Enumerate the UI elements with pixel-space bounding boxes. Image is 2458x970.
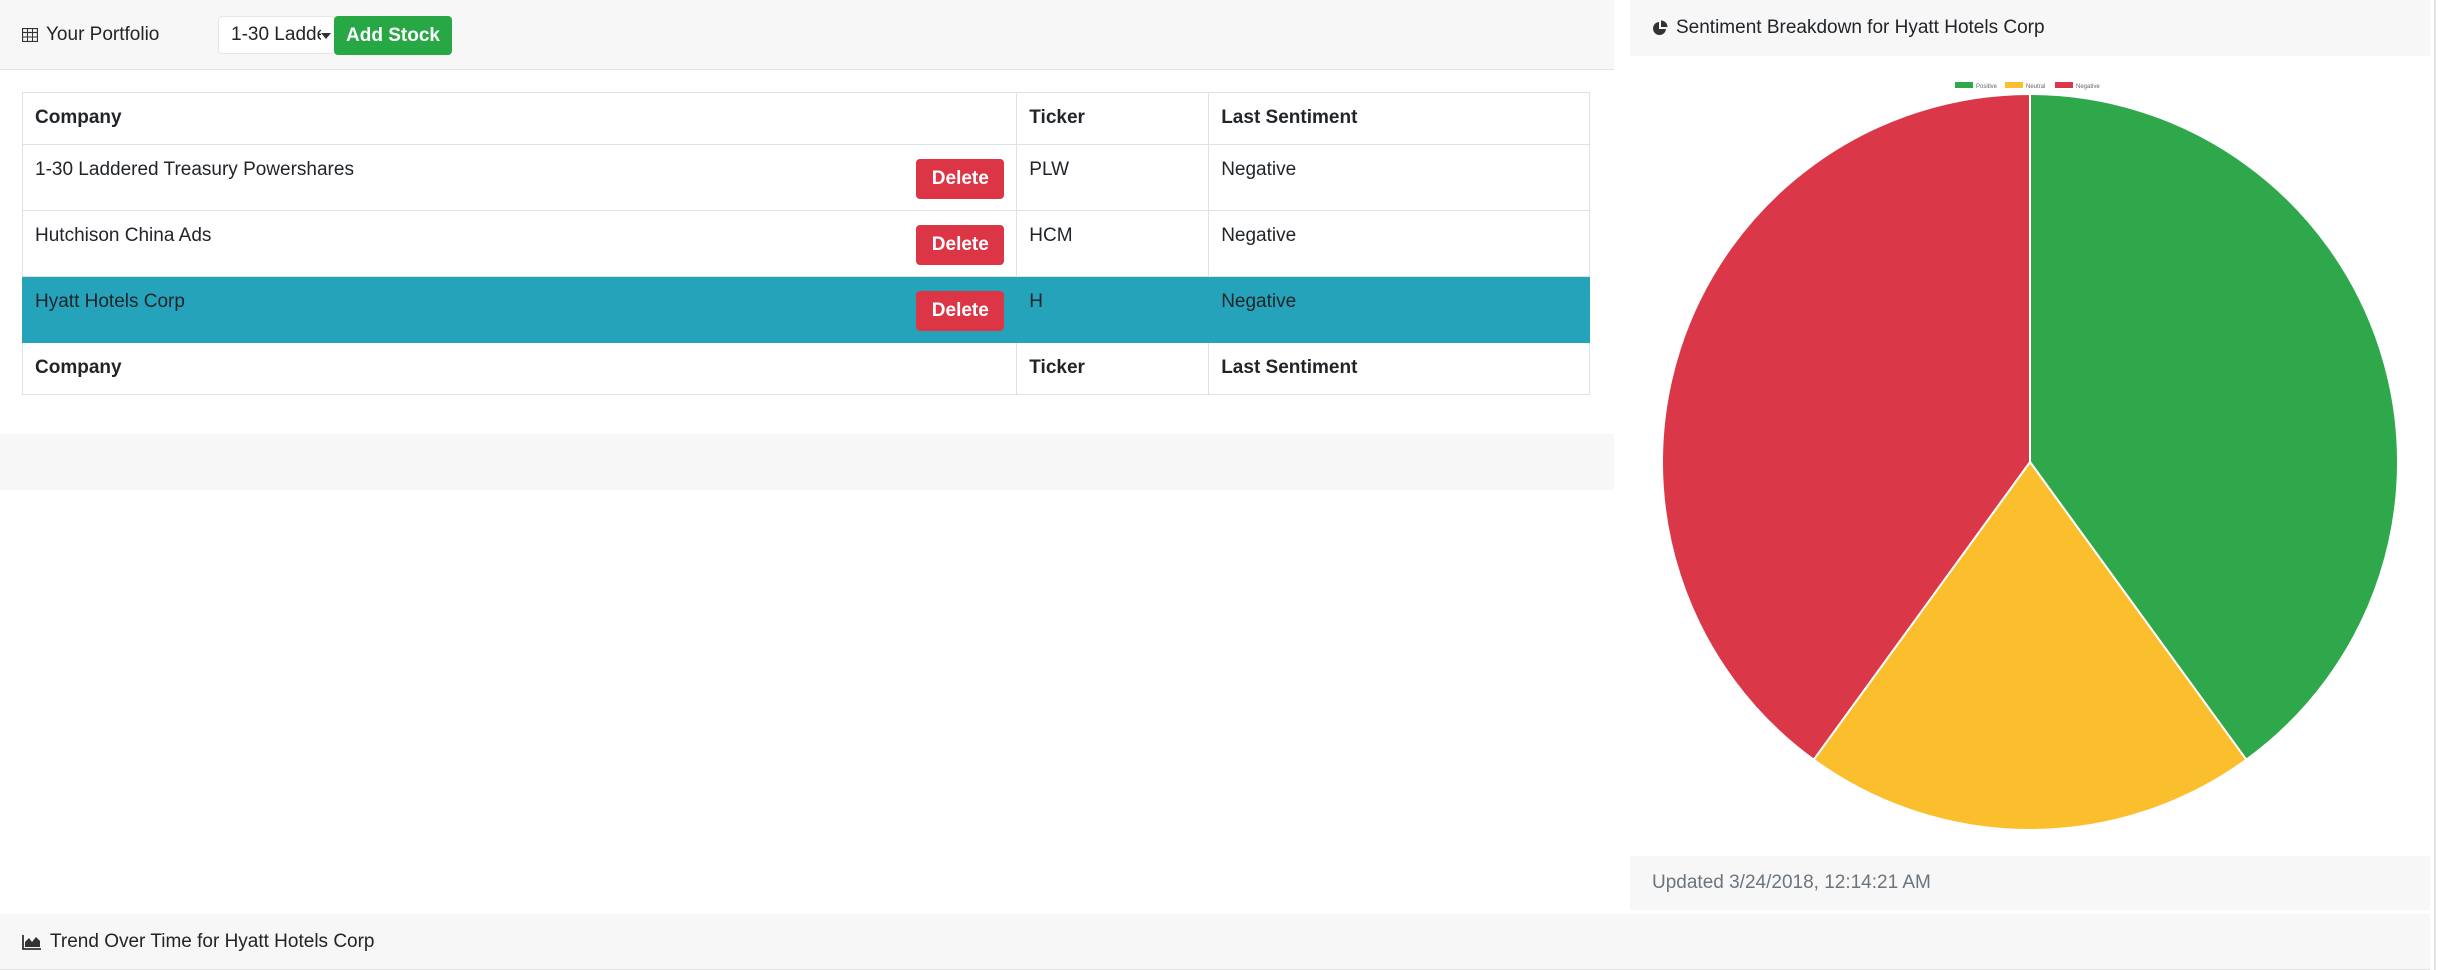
- portfolio-footer: [0, 434, 1614, 490]
- sentiment-title: Sentiment Breakdown for Hyatt Hotels Cor…: [1676, 17, 2045, 38]
- trend-title: Trend Over Time for Hyatt Hotels Corp: [50, 930, 375, 952]
- company-cell: Hyatt Hotels Corp Delete: [21, 276, 1018, 343]
- delete-button[interactable]: Delete: [916, 225, 1005, 265]
- portfolio-title: Your Portfolio: [46, 23, 160, 45]
- legend-swatch-negative[interactable]: [2055, 82, 2073, 88]
- column-footer-company: Company: [21, 342, 1018, 395]
- sentiment-updated: Updated 3/24/2018, 12:14:21 AM: [1630, 856, 2430, 910]
- legend-label-negative[interactable]: Negative: [2076, 84, 2100, 90]
- table-row[interactable]: 1-30 Laddered Treasury Powershares Delet…: [21, 144, 1590, 211]
- company-cell: 1-30 Laddered Treasury Powershares Delet…: [21, 144, 1018, 211]
- scrollbar[interactable]: [2434, 0, 2436, 970]
- column-header-sentiment: Last Sentiment: [1208, 92, 1590, 145]
- ticker-cell: PLW: [1016, 144, 1210, 211]
- ticker-cell: HCM: [1016, 210, 1210, 277]
- area-chart-icon: [22, 934, 42, 950]
- stock-select[interactable]: 1-30 Laddered Treasury Powershares: [218, 16, 336, 54]
- portfolio-table: Company Ticker Last Sentiment 1-30 Ladde…: [21, 92, 1590, 395]
- column-header-ticker: Ticker: [1016, 92, 1210, 145]
- pie-slices: [1661, 92, 2399, 831]
- table-header-row: Company Ticker Last Sentiment: [21, 92, 1590, 145]
- delete-button[interactable]: Delete: [916, 159, 1005, 199]
- column-footer-ticker: Ticker: [1016, 342, 1210, 395]
- column-header-company: Company: [21, 92, 1018, 145]
- table-icon: [22, 27, 38, 42]
- sentiment-pie-chart: Positive Neutral Negative: [1661, 82, 2399, 831]
- add-stock-button[interactable]: Add Stock: [334, 16, 452, 55]
- ticker-cell: H: [1016, 276, 1210, 343]
- company-cell: Hutchison China Ads Delete: [21, 210, 1018, 277]
- sentiment-header: Sentiment Breakdown for Hyatt Hotels Cor…: [1630, 0, 2430, 56]
- column-footer-sentiment: Last Sentiment: [1208, 342, 1590, 395]
- sentiment-cell: Negative: [1208, 276, 1590, 343]
- sentiment-cell: Negative: [1208, 210, 1590, 277]
- legend-swatch-positive[interactable]: [1955, 82, 1973, 88]
- legend-label-positive[interactable]: Positive: [1976, 84, 1998, 90]
- legend-swatch-neutral[interactable]: [2005, 82, 2023, 88]
- delete-button[interactable]: Delete: [916, 291, 1005, 331]
- pie-chart-icon: [1652, 20, 1668, 36]
- stock-select-value: 1-30 Laddered Treasury Powershares: [231, 24, 321, 45]
- table-row-selected[interactable]: Hyatt Hotels Corp Delete H Negative: [21, 276, 1590, 343]
- sentiment-cell: Negative: [1208, 144, 1590, 211]
- legend-label-neutral[interactable]: Neutral: [2026, 84, 2045, 90]
- company-name: 1-30 Laddered Treasury Powershares: [35, 159, 354, 180]
- table-row[interactable]: Hutchison China Ads Delete HCM Negative: [21, 210, 1590, 277]
- table-footer-row: Company Ticker Last Sentiment: [21, 342, 1590, 395]
- company-name: Hyatt Hotels Corp: [35, 291, 185, 312]
- trend-header: Trend Over Time for Hyatt Hotels Corp: [0, 914, 2430, 970]
- chevron-down-icon: [321, 33, 331, 39]
- chart-legend: Positive Neutral Negative: [1955, 82, 2100, 90]
- company-name: Hutchison China Ads: [35, 225, 212, 246]
